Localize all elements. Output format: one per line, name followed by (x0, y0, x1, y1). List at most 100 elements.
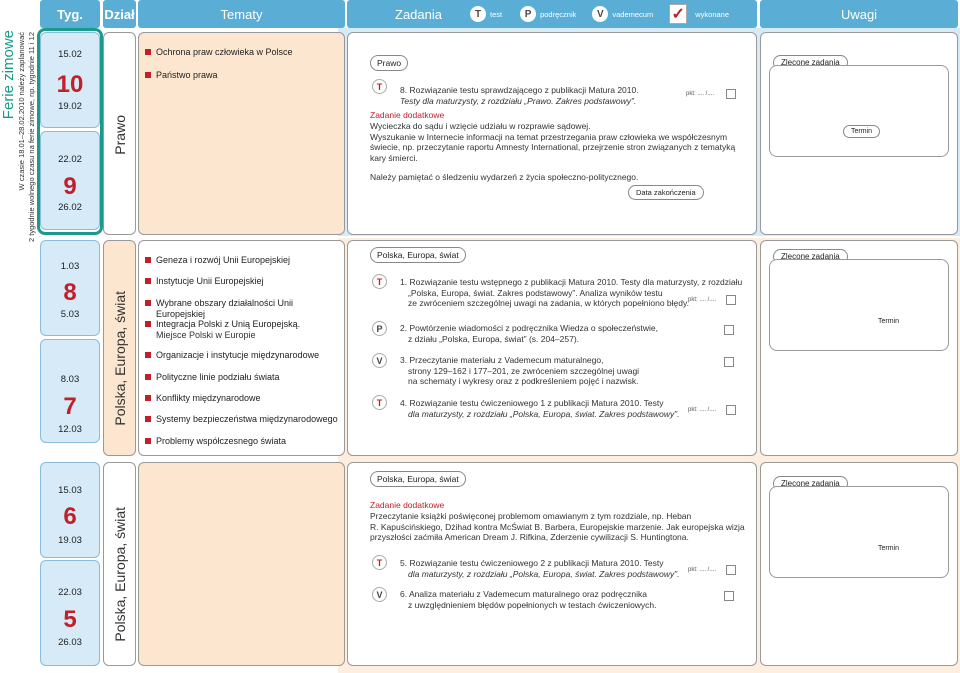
done-checkbox[interactable] (726, 405, 737, 415)
notes-cell: Zlecone zadania Termin (760, 32, 958, 235)
test-icon: T (372, 79, 387, 94)
task-line: 8. Rozwiązanie testu sprawdzającego z pu… (400, 85, 639, 95)
week-end-date: 26.03 (58, 637, 82, 648)
note-text: Należy pamiętać o śledzeniu wydarzeń z ż… (370, 172, 639, 182)
week-end-date: 19.02 (58, 101, 82, 112)
points-label: pkt: .... /.... (688, 407, 717, 413)
dzial-label: Polska, Europa, świat (112, 507, 128, 642)
task-line: Testy dla maturzysty, z rozdziału „Prawo… (400, 95, 637, 106)
header-dzial: Dział (103, 0, 136, 28)
tasks-cell: Prawo T 8. Rozwiązanie testu sprawdzając… (347, 32, 757, 235)
week-start-date: 15.03 (58, 485, 82, 496)
extra-task-text: Wycieczka do sądu i wzięcie udziału w ro… (370, 121, 735, 163)
week-end-date: 12.03 (58, 424, 82, 435)
side-line2: 2 tygodnie wolnego czasu na ferie zimowe… (27, 32, 36, 242)
topic-item: Problemy współczesnego świata (145, 436, 286, 447)
tasks-cell: Polska, Europa, świat T 1. Rozwiązanie t… (347, 240, 757, 456)
dzial-cell: Polska, Europa, świat (103, 462, 136, 666)
extra-line: kary śmierci. (370, 152, 418, 163)
legend-vademecum-label: vademecum (612, 9, 654, 19)
extra-task-title: Zadanie dodatkowe (370, 500, 445, 510)
week-cell: 22.02 9 26.02 (40, 131, 100, 230)
points-label: pkt: .... /.... (688, 567, 717, 573)
topic-item-continued: Miejsce Polski w Europie (156, 330, 256, 340)
points-label: pkt: .... /.... (688, 297, 717, 303)
task-line: dla maturzysty, z rozdziału „Polska, Eur… (408, 568, 680, 579)
done-checkbox[interactable] (724, 591, 734, 601)
task-text: 3. Przeczytanie materiału z Vademecum ma… (400, 355, 639, 387)
extra-task-text: Przeczytanie książki poświęconej problem… (370, 511, 745, 543)
done-checkbox[interactable] (726, 295, 737, 305)
termin-pill[interactable]: Termin (843, 125, 881, 138)
test-icon: T (372, 274, 387, 289)
test-icon: T (372, 555, 387, 570)
zlecone-area[interactable] (769, 65, 949, 157)
task-text: 4. Rozwiązanie testu ćwiczeniowego 1 z p… (400, 398, 679, 419)
vademecum-icon: V (372, 353, 387, 368)
done-checkbox-wrap (724, 325, 734, 335)
topic-item: Systemy bezpieczeństwa międzynarodowego (145, 414, 338, 425)
week-end-date: 26.02 (58, 202, 82, 213)
week-start-date: 22.03 (58, 587, 82, 598)
header-zadania-label: Zadania (395, 6, 442, 22)
week-start-date: 8.03 (60, 374, 80, 385)
termin-pill[interactable]: Termin (871, 543, 906, 554)
week-cell: 15.03 6 19.03 (40, 462, 100, 558)
extra-line: Przeczytanie książki poświęconej problem… (370, 511, 692, 521)
task-line: dla maturzysty, z rozdziału „Polska, Eur… (408, 408, 680, 419)
extra-line: Wyszukanie w Internecie informacji na te… (370, 131, 728, 142)
header-uwagi-label: Uwagi (840, 6, 878, 22)
points-label: pkt: .... /.... (686, 91, 715, 97)
topics-cell: Ochrona praw człowieka w Polsce Państwo … (138, 32, 345, 235)
week-number: 8 (63, 279, 77, 306)
task-line: 3. Przeczytanie materiału z Vademecum ma… (400, 355, 604, 365)
topics-cell (138, 462, 345, 666)
extra-line: R. Kapuścińskiego, Dżihad kontra McŚwiat… (370, 521, 745, 532)
vademecum-icon: V (592, 6, 609, 22)
header-tematy: Tematy (138, 0, 345, 28)
task-text: 5. Rozwiązanie testu ćwiczeniowego 2 z p… (400, 558, 679, 579)
week-cell: 1.03 8 5.03 (40, 240, 100, 336)
tasks-cell: Polska, Europa, świat Zadanie dodatkowe … (347, 462, 757, 666)
legend: Ttest Ppodręcznik Vvademecum ✓ wykonane (470, 4, 729, 24)
header-tyg: Tyg. (40, 0, 100, 28)
done-checkbox[interactable] (724, 357, 734, 367)
week-cell: 15.02 10 19.02 (40, 32, 100, 128)
vademecum-icon: V (372, 587, 387, 602)
topics-cell: Geneza i rozwój Unii Europejskiej Instyt… (138, 240, 345, 456)
task-line: strony 129–162 i 177–201, ze zwróceniem … (408, 365, 640, 376)
zlecone-area[interactable] (769, 486, 949, 578)
week-end-date: 19.03 (58, 535, 82, 546)
week-end-date: 5.03 (60, 309, 80, 320)
side-line1: W czasie 18.01–28.02.2010 należy zaplano… (17, 32, 26, 191)
side-title: Ferie zimowe (0, 30, 17, 120)
topic-item: Wybrane obszary działalności Unii Europe… (145, 298, 344, 320)
done-checkbox[interactable] (726, 565, 737, 575)
week-number: 5 (63, 606, 77, 633)
podrecznik-icon: P (372, 321, 387, 336)
termin-pill[interactable]: Termin (871, 316, 906, 327)
task-text: 6. Analiza materiału z Vademecum matural… (400, 589, 657, 610)
topic-item: Polityczne linie podziału świata (145, 372, 280, 383)
done-checkbox-wrap (724, 591, 734, 601)
done-checkbox-wrap (724, 357, 734, 367)
dzial-cell: Prawo (103, 32, 136, 235)
task-line: na schematy i wykresy oraz z podkreśleni… (408, 376, 639, 386)
deadline-pill[interactable]: Data zakończenia (628, 185, 704, 200)
week-number: 10 (56, 71, 84, 98)
zlecone-area[interactable] (769, 259, 949, 351)
task-text: 2. Powtórzenie wiadomości z podręcznika … (400, 323, 658, 344)
week-cell: 22.03 5 26.03 (40, 560, 100, 666)
notes-cell: Zlecone zadania Termin (760, 462, 958, 666)
topic-item: Konflikty międzynarodowe (145, 393, 261, 404)
legend-test-label: test (490, 9, 503, 19)
extra-line: Wycieczka do sądu i wzięcie udziału w ro… (370, 121, 591, 131)
topic-item: Ochrona praw człowieka w Polsce (145, 47, 293, 58)
legend-podrecznik-label: podręcznik (540, 9, 577, 19)
notes-cell: Zlecone zadania Termin (760, 240, 958, 456)
task-text: 8. Rozwiązanie testu sprawdzającego z pu… (400, 85, 639, 106)
week-start-date: 22.02 (58, 154, 82, 165)
topic-item: Geneza i rozwój Unii Europejskiej (145, 255, 290, 266)
done-checkbox[interactable] (724, 325, 734, 335)
done-checkbox[interactable] (726, 89, 737, 99)
